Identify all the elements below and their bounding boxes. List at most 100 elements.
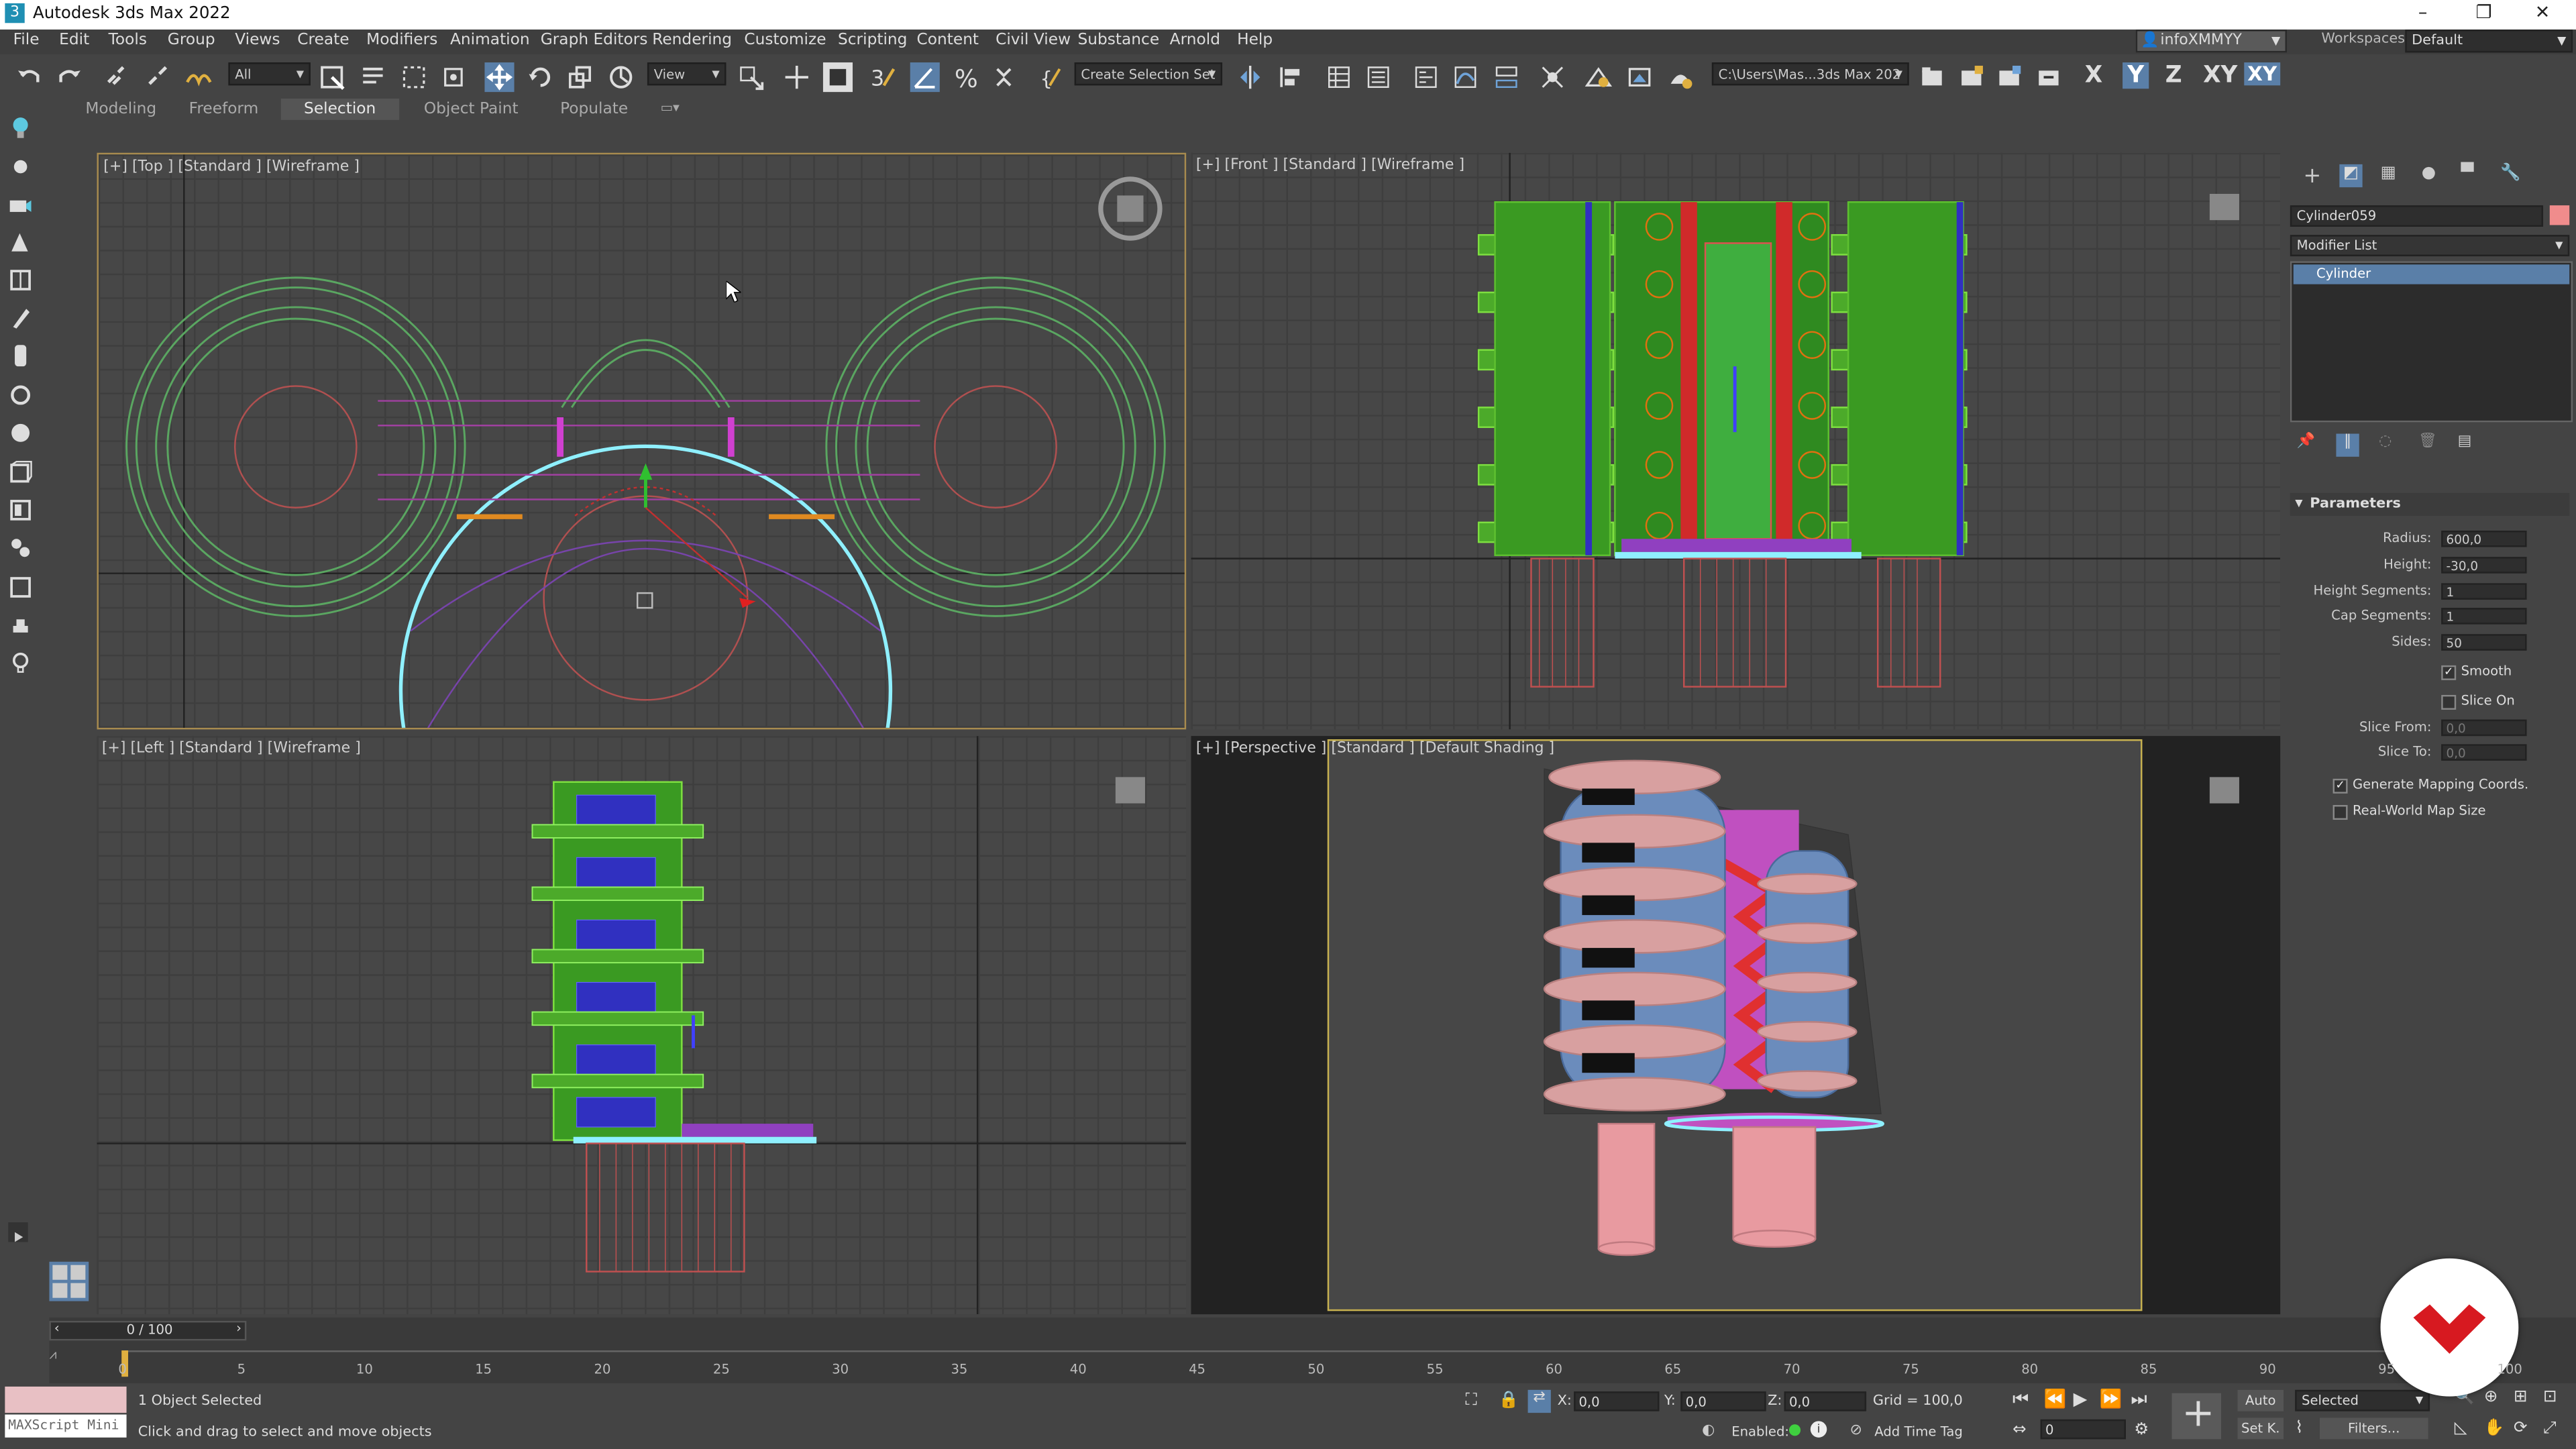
- menu-views[interactable]: Views: [235, 32, 280, 50]
- select-object-icon[interactable]: [317, 62, 347, 92]
- selection-lock-icon[interactable]: 🔒: [1498, 1391, 1518, 1409]
- object-color-swatch[interactable]: [2549, 205, 2570, 225]
- maximize-icon[interactable]: ❐: [2476, 1, 2492, 23]
- frame-icon[interactable]: [8, 575, 33, 600]
- set-key-button[interactable]: Set K.: [2237, 1417, 2284, 1440]
- tab-populate[interactable]: Populate: [560, 100, 628, 118]
- workspace-dropdown[interactable]: Default ▼: [2405, 30, 2573, 53]
- select-rotate-icon[interactable]: [526, 62, 555, 92]
- layer-settings-icon[interactable]: [2034, 62, 2063, 92]
- slice-from-field[interactable]: 0,0: [2441, 719, 2527, 737]
- info-icon[interactable]: i: [1810, 1421, 1827, 1438]
- axis-xy-button[interactable]: XY: [2203, 62, 2237, 89]
- bind-spacewarp-icon[interactable]: [184, 62, 213, 92]
- hierarchy-tab-icon[interactable]: ▦: [2381, 164, 2396, 182]
- track-bar-filter-icon[interactable]: ⩘: [49, 1347, 78, 1366]
- go-to-start-icon[interactable]: ⏮: [2012, 1388, 2029, 1411]
- project-path-dropdown[interactable]: C:\Users\Mas...3ds Max 202 ▼: [1711, 62, 1909, 86]
- play-icon[interactable]: ▶: [2074, 1388, 2088, 1409]
- spinner-snap-icon[interactable]: [989, 62, 1018, 92]
- axis-z-button[interactable]: Z: [2165, 62, 2182, 89]
- current-frame-field[interactable]: 0: [2040, 1419, 2126, 1440]
- reference-coordinate-dropdown[interactable]: View ▼: [647, 62, 727, 86]
- group-icon[interactable]: [8, 535, 33, 560]
- rotate-view-icon[interactable]: [8, 383, 33, 408]
- bulb-small-icon[interactable]: [8, 651, 33, 676]
- menu-modifiers[interactable]: Modifiers: [366, 32, 437, 50]
- object-name-field[interactable]: Cylinder059: [2290, 205, 2544, 227]
- real-world-map-checkbox[interactable]: [2332, 805, 2348, 820]
- render-production-icon[interactable]: [1666, 62, 1695, 92]
- menu-civil-view[interactable]: Civil View: [996, 32, 1071, 50]
- parameters-rollout-header[interactable]: ▼ Parameters: [2290, 492, 2570, 516]
- maxscript-listener-top[interactable]: [5, 1386, 127, 1413]
- render-setup-icon[interactable]: [1584, 62, 1613, 92]
- absolute-mode-icon[interactable]: ⇄: [1527, 1389, 1551, 1413]
- user-account-dropdown[interactable]: 👤 infoXMMYY ▼: [2135, 30, 2287, 53]
- isolate-selection-icon[interactable]: ⛶: [1465, 1391, 1477, 1409]
- sun-icon[interactable]: [8, 154, 33, 179]
- paint-icon[interactable]: [8, 230, 33, 255]
- go-to-end-icon[interactable]: ⏭: [2131, 1388, 2147, 1411]
- viewport-top[interactable]: [+] [Top ] [Standard ] [Wireframe ]: [97, 152, 1187, 730]
- smooth-checkbox[interactable]: ✓: [2441, 665, 2457, 680]
- menu-animation[interactable]: Animation: [450, 32, 530, 50]
- align-icon[interactable]: [1277, 62, 1306, 92]
- time-slider-prev-icon[interactable]: ‹: [54, 1321, 60, 1336]
- adaptive-degradation-icon[interactable]: ◐: [1702, 1423, 1715, 1439]
- menu-substance[interactable]: Substance: [1078, 32, 1160, 50]
- selection-filter-dropdown[interactable]: All ▼: [228, 62, 311, 86]
- tube-icon[interactable]: [8, 343, 33, 368]
- next-frame-icon[interactable]: ⏩: [2100, 1388, 2123, 1409]
- select-scale-icon[interactable]: [565, 62, 594, 92]
- axis-x-button[interactable]: X: [2085, 62, 2102, 89]
- slice-on-checkbox[interactable]: [2441, 694, 2457, 710]
- cap-segments-field[interactable]: 1: [2441, 608, 2527, 625]
- menu-arnold[interactable]: Arnold: [1170, 32, 1220, 50]
- x-coord-field[interactable]: 0,0: [1574, 1391, 1660, 1411]
- maximize-viewport-icon[interactable]: ⤢: [2543, 1419, 2557, 1438]
- close-icon[interactable]: ✕: [2535, 1, 2551, 23]
- select-move-icon[interactable]: [484, 62, 515, 93]
- angle-snap-icon[interactable]: [910, 62, 940, 93]
- key-tangent-icon[interactable]: ⌇: [2295, 1419, 2303, 1438]
- modify-tab-icon[interactable]: ◩: [2339, 164, 2363, 188]
- ribbon-options-icon[interactable]: ▭▾: [660, 100, 679, 115]
- previous-frame-icon[interactable]: ⏪: [2044, 1388, 2067, 1409]
- show-end-result-icon[interactable]: ‖: [2336, 433, 2359, 457]
- camera-icon[interactable]: [8, 193, 33, 217]
- pan-view-icon[interactable]: ✋: [2484, 1419, 2504, 1438]
- menu-content[interactable]: Content: [917, 32, 979, 50]
- project-folder-icon[interactable]: [1917, 62, 1947, 92]
- tab-selection[interactable]: Selection: [280, 98, 399, 120]
- material-editor-icon[interactable]: [1538, 62, 1567, 92]
- pivot-center-icon[interactable]: [736, 62, 765, 92]
- panel-icon[interactable]: [8, 498, 33, 523]
- snaps-toggle-icon[interactable]: 3: [867, 62, 897, 92]
- orbit-icon[interactable]: ⟳: [2514, 1419, 2528, 1438]
- menu-help[interactable]: Help: [1237, 32, 1273, 50]
- pin-stack-icon[interactable]: 📌: [2297, 434, 2315, 450]
- menu-file[interactable]: File: [13, 32, 40, 50]
- pen-icon[interactable]: [8, 306, 33, 331]
- mirror-icon[interactable]: [1236, 62, 1265, 92]
- display-tab-icon[interactable]: ▀: [2461, 164, 2474, 182]
- sides-field[interactable]: 50: [2441, 634, 2527, 651]
- window-crossing-icon[interactable]: [439, 62, 468, 92]
- redo-icon[interactable]: [54, 62, 84, 92]
- auto-key-button[interactable]: Auto: [2237, 1389, 2284, 1411]
- generate-mapping-checkbox[interactable]: ✓: [2332, 778, 2348, 794]
- viewport-layout-icon[interactable]: [49, 1261, 89, 1301]
- slice-to-field[interactable]: 0,0: [2441, 744, 2527, 761]
- enabled-indicator[interactable]: [1788, 1424, 1801, 1436]
- make-unique-icon[interactable]: ◌: [2379, 434, 2392, 450]
- toggle-ribbon-icon[interactable]: [1364, 62, 1393, 92]
- radius-field[interactable]: 600,0: [2441, 531, 2527, 547]
- time-slider[interactable]: ‹ 0 / 100 ›: [49, 1320, 247, 1341]
- expand-panel-icon[interactable]: [8, 1222, 28, 1242]
- cube-icon[interactable]: [8, 460, 33, 485]
- utilities-tab-icon[interactable]: 🔧: [2500, 164, 2520, 182]
- scene-explorer-icon[interactable]: [1411, 62, 1441, 92]
- set-key-big-button[interactable]: +: [2171, 1390, 2222, 1440]
- sphere-icon[interactable]: [8, 421, 33, 445]
